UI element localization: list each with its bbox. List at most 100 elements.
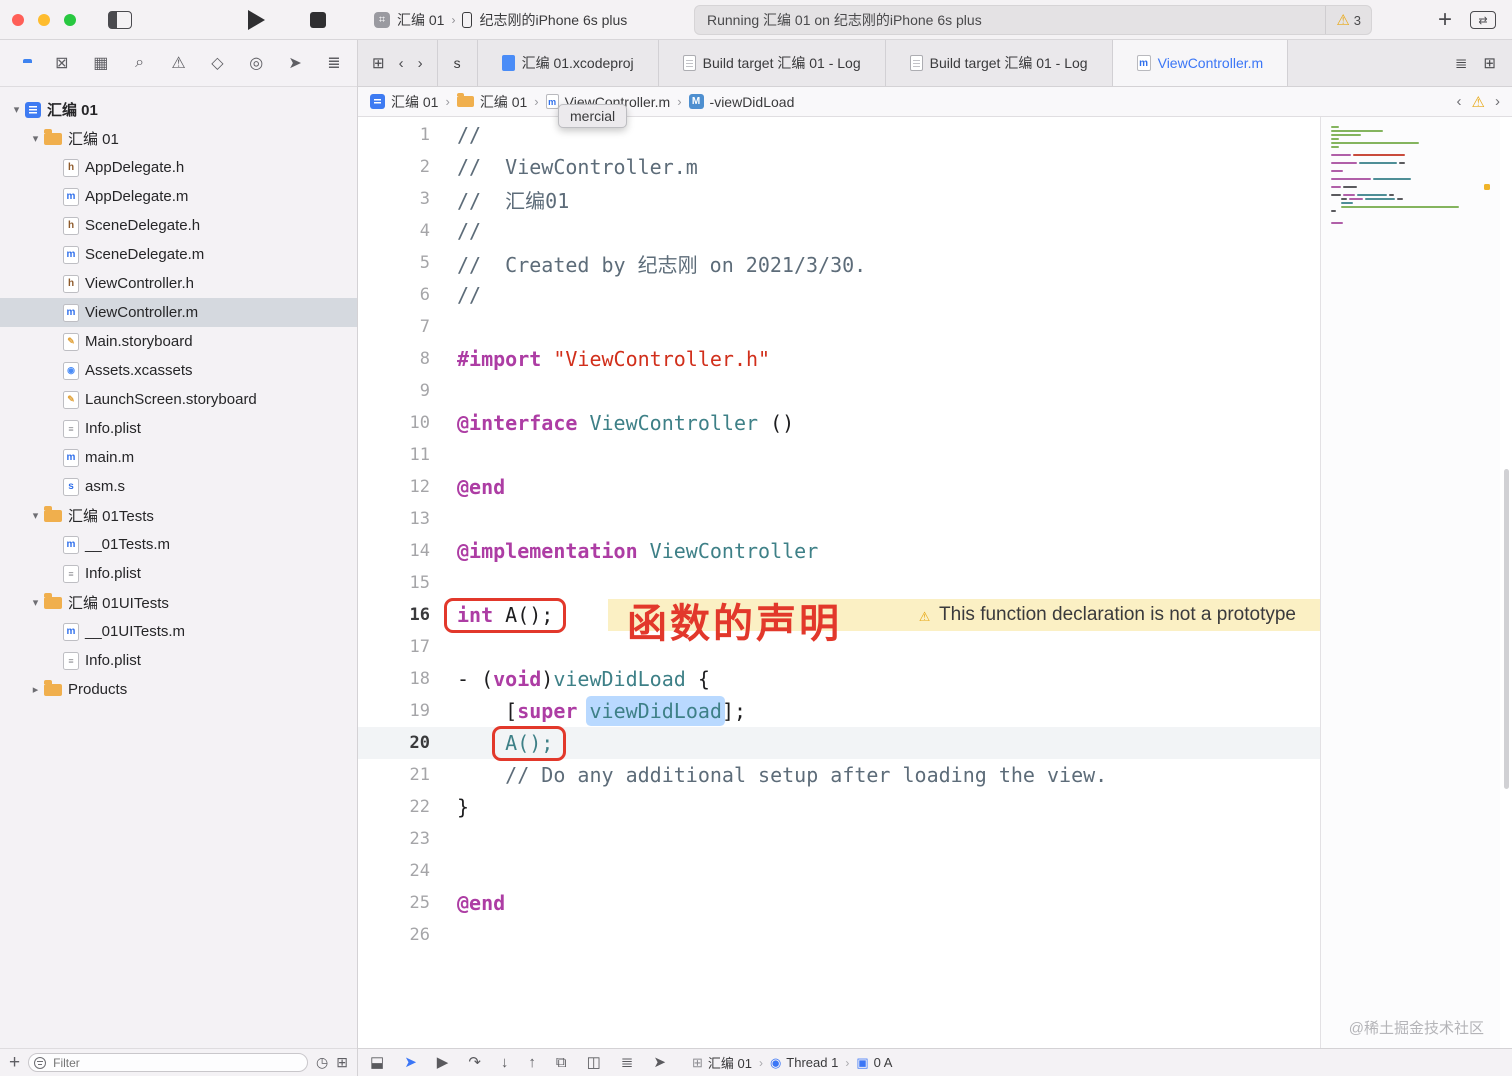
code-line: 21 // Do any additional setup after load… [358,759,1320,791]
disclosure-chevron-icon[interactable]: ▾ [27,509,44,522]
disclosure-chevron-icon[interactable]: ▾ [27,596,44,609]
issues-badge[interactable]: ⚠ 3 [1325,6,1371,34]
editor-tab[interactable]: m ViewController.m [1112,40,1289,86]
step-into-icon[interactable]: ↓ [501,1055,509,1070]
zoom-window-button[interactable] [64,14,76,26]
stop-button[interactable] [310,12,326,28]
run-button[interactable] [248,10,265,30]
navigator-sidebar: ⊠ ▦ ⌕ ⚠ ◇ ◎ ➤ ≣ ▾ 汇编 01 ▾ 汇编 01 h AppDelegate.h m AppD… [0,40,358,1076]
report-navigator-icon[interactable]: ≣ [321,53,347,73]
sidebar-item[interactable]: ✎ LaunchScreen.storyboard [0,385,357,414]
simulate-location-icon[interactable]: ➤ [653,1055,666,1070]
jump-bar-item[interactable]: M -viewDidLoad [688,94,794,110]
sidebar-item[interactable]: m SceneDelegate.m [0,240,357,269]
filter-input[interactable] [28,1053,309,1072]
scrollbar-thumb[interactable] [1504,469,1509,789]
sidebar-item[interactable]: ▸ Products [0,675,357,704]
code-line: 13 [358,503,1320,535]
disclosure-chevron-icon[interactable]: ▾ [27,132,44,145]
code-line: 4 // [358,215,1320,247]
sidebar-item[interactable]: ≡ Info.plist [0,646,357,675]
sidebar-item[interactable]: ≡ Info.plist [0,559,357,588]
sidebar-item[interactable]: m ViewController.m [0,298,357,327]
minimap-bar [1341,205,1459,209]
sidebar-item[interactable]: ≡ Info.plist [0,414,357,443]
issue-warning-icon[interactable]: ⚠ [1472,93,1485,111]
breakpoint-navigator-icon[interactable]: ➤ [282,53,308,73]
line-number: 26 [409,925,430,945]
editor-tab[interactable]: Build target 汇编 01 - Log [886,40,1113,86]
memory-graph-icon[interactable]: ◫ [587,1055,601,1070]
sidebar-item[interactable]: ▾ 汇编 01 [0,95,357,124]
sidebar-item[interactable]: s asm.s [0,472,357,501]
editor-tab[interactable]: s [436,40,478,86]
symbol-navigator-icon[interactable]: ▦ [88,53,114,73]
back-chevron-icon[interactable]: ‹ [399,55,404,72]
debug-breadcrumb-item[interactable]: ▣ 0 A [856,1055,892,1071]
related-items-icon[interactable]: ⊞ [372,54,385,72]
debug-navigator-icon[interactable]: ◎ [243,53,269,73]
editor-tab[interactable]: Build target 汇编 01 - Log [659,40,886,86]
code-line: 2 // ViewController.m [358,151,1320,183]
disclosure-chevron-icon[interactable]: ▾ [8,103,25,116]
debug-breadcrumb-item[interactable]: ⊞ 汇编 01 [692,1053,752,1072]
titlebar: ⌗ 汇编 01 › 纪志刚的iPhone 6s plus Running 汇编 … [0,0,1512,40]
token: // 汇编01 [457,188,570,213]
source-control-status-icon[interactable]: ⊞ [336,1054,348,1071]
library-add-button[interactable]: + [1438,8,1452,32]
previous-issue-icon[interactable]: ‹ [1457,93,1462,110]
test-navigator-icon[interactable]: ◇ [204,53,230,73]
sidebar-item[interactable]: h SceneDelegate.h [0,211,357,240]
issue-navigator-icon[interactable]: ⚠ [166,53,192,73]
step-over-icon[interactable]: ↷ [468,1055,481,1070]
mfile-icon: m [545,94,559,109]
run-destination[interactable]: 纪志刚的iPhone 6s plus [479,10,627,30]
sidebar-item[interactable]: m __01UITests.m [0,617,357,646]
sidebar-item[interactable]: h AppDelegate.h [0,153,357,182]
minimap[interactable] [1320,117,1500,1048]
sidebar-item[interactable]: m __01Tests.m [0,530,357,559]
sidebar-item[interactable]: ▾ 汇编 01Tests [0,501,357,530]
add-editor-icon[interactable]: ⊞ [1483,54,1496,72]
editor-arrangement-icon[interactable]: ⇄ [1470,11,1496,29]
minimize-window-button[interactable] [38,14,50,26]
scheme-name[interactable]: 汇编 01 [397,10,444,30]
sidebar-item[interactable]: m main.m [0,443,357,472]
breakpoints-toggle-icon[interactable]: ➤ [404,1055,417,1070]
jump-bar-item[interactable]: 汇编 01 [370,92,438,112]
source-editor[interactable]: 1 // 2 // ViewController.m 3 // 汇编01 4 // 5 // Cr… [358,117,1512,1048]
find-navigator-icon[interactable]: ⌕ [127,54,153,72]
breadcrumb-separator: › [677,94,682,109]
continue-icon[interactable]: ▶ [437,1055,449,1070]
status-message: Running 汇编 01 on 纪志刚的iPhone 6s plus [707,12,982,28]
sidebar-item[interactable]: h ViewController.h [0,269,357,298]
toggle-debug-area-icon[interactable]: ⬓ [370,1055,384,1070]
sidebar-item[interactable]: ▾ 汇编 01UITests [0,588,357,617]
minimap-line [1331,225,1490,229]
environment-overrides-icon[interactable]: ≣ [621,1055,634,1070]
sidebar-item[interactable]: ◉ Assets.xcassets [0,356,357,385]
m-file-icon: m [63,448,79,467]
code-line: 1 // [358,119,1320,151]
adjust-editor-icon[interactable]: ≣ [1455,54,1468,72]
disclosure-chevron-icon[interactable]: ▸ [27,683,44,696]
sidebar-item[interactable]: ✎ Main.storyboard [0,327,357,356]
scheme-selector[interactable]: ⌗ 汇编 01 › 纪志刚的iPhone 6s plus [374,0,627,40]
recent-files-icon[interactable]: ◷ [316,1054,328,1071]
sidebar-item[interactable]: ▾ 汇编 01 [0,124,357,153]
editor-tab[interactable]: 汇编 01.xcodeproj [478,40,659,86]
sidebar-item[interactable]: m AppDelegate.m [0,182,357,211]
add-file-button[interactable]: + [9,1053,20,1072]
source-control-navigator-icon[interactable]: ⊠ [49,53,75,73]
sidebar-toggle-icon[interactable] [108,11,132,29]
debug-breadcrumb-item[interactable]: ◉ Thread 1 [770,1055,838,1071]
jump-bar-item[interactable]: 汇编 01 [456,92,527,112]
next-issue-icon[interactable]: › [1495,93,1500,110]
forward-chevron-icon[interactable]: › [418,55,423,72]
close-window-button[interactable] [12,14,24,26]
step-out-icon[interactable]: ↑ [528,1055,536,1070]
view-hierarchy-icon[interactable]: ⧉ [556,1055,567,1070]
minimap-warning-marker [1484,184,1490,190]
